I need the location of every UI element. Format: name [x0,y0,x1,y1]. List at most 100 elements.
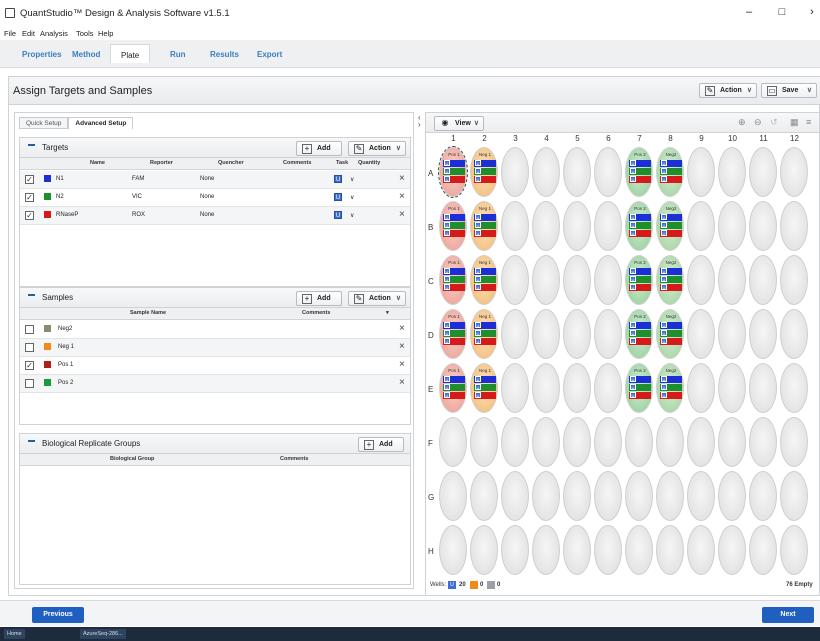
row-header[interactable]: G [428,493,434,502]
plate-well[interactable] [780,363,808,413]
plate-well[interactable] [687,147,715,197]
row-header[interactable]: F [428,439,433,448]
plate-well[interactable]: Pos 1UUU [439,255,467,305]
table-row[interactable]: ✓ N1 FAM None U ∨ × [20,171,410,189]
table-row[interactable]: Neg 1 × [20,339,410,357]
target-name[interactable]: RNaseP [56,212,78,218]
chevron-down-icon[interactable]: ∨ [350,212,354,219]
column-header[interactable]: 9 [686,134,717,143]
plate-well[interactable] [439,525,467,575]
plate-well[interactable] [780,147,808,197]
column-header[interactable]: 3 [500,134,531,143]
menu-help[interactable]: Help [98,29,113,38]
collapse-icon[interactable] [28,440,35,442]
row-header[interactable]: C [428,277,434,286]
column-header[interactable]: 10 [717,134,748,143]
targets-action-button[interactable]: ✎ Action ∨ [348,141,406,156]
add-target-button[interactable]: + Add [296,141,342,156]
column-header[interactable]: 6 [593,134,624,143]
plate-well[interactable] [563,255,591,305]
color-swatch[interactable] [44,343,51,350]
tab-plate[interactable]: Plate [110,44,151,63]
plate-well[interactable] [563,417,591,467]
close-window-icon[interactable]: › [800,6,820,18]
row-checkbox[interactable] [25,379,34,388]
menu-tools[interactable]: Tools [76,29,94,38]
color-swatch[interactable] [44,361,51,368]
plate-well[interactable] [625,525,653,575]
tab-results[interactable]: Results [210,50,239,59]
plate-well[interactable]: Neg 1UUU [470,309,498,359]
plate-well[interactable] [439,471,467,521]
plate-well[interactable] [439,417,467,467]
plate-well[interactable] [687,417,715,467]
plate-well[interactable] [594,471,622,521]
sample-name[interactable]: Neg 1 [58,344,74,350]
plate-well[interactable] [470,471,498,521]
plate-well[interactable] [656,417,684,467]
plate-well[interactable] [501,417,529,467]
column-header[interactable]: 5 [562,134,593,143]
collapse-icon[interactable] [28,294,35,296]
tab-properties[interactable]: Properties [22,50,62,59]
plate-well[interactable] [470,525,498,575]
plate-well[interactable] [749,363,777,413]
plate-well[interactable]: Pos 2UUU [625,255,653,305]
plate-well[interactable] [718,147,746,197]
header-save-button[interactable]: ▭ Save ∨ [761,83,817,98]
plate-well[interactable] [718,255,746,305]
row-header[interactable]: H [428,547,434,556]
sample-name[interactable]: Pos 1 [58,362,73,368]
chevron-down-icon[interactable]: ∨ [350,176,354,183]
plate-well[interactable] [749,471,777,521]
plate-well[interactable] [532,201,560,251]
plate-well[interactable] [563,201,591,251]
plate-well[interactable] [563,309,591,359]
plate-well[interactable] [718,363,746,413]
chevron-down-icon[interactable]: ∨ [350,194,354,201]
add-bio-group-button[interactable]: + Add [358,437,404,452]
plate-well[interactable]: Neg2 U U U [656,147,684,197]
tab-export[interactable]: Export [257,50,282,59]
plate-well[interactable] [749,309,777,359]
plate-well[interactable] [749,147,777,197]
color-swatch[interactable] [44,379,51,386]
target-reporter[interactable]: ROX [132,212,145,218]
row-header[interactable]: D [428,331,434,340]
plate-well[interactable] [687,309,715,359]
header-action-button[interactable]: ✎ Action ∨ [699,83,757,98]
plate-well[interactable] [501,309,529,359]
plate-well[interactable]: Neg2 U U U [656,309,684,359]
target-name[interactable]: N2 [56,194,64,200]
plate-well[interactable] [687,255,715,305]
plate-well[interactable]: Neg2 U U U [656,363,684,413]
tab-run[interactable]: Run [170,50,186,59]
delete-icon[interactable]: × [399,359,405,370]
plate-well[interactable] [749,525,777,575]
plate-well[interactable] [718,525,746,575]
column-header[interactable]: 7 [624,134,655,143]
plate-well[interactable] [780,201,808,251]
plate-well[interactable] [687,525,715,575]
plate-well[interactable]: Pos 2UUU [625,363,653,413]
plate-well[interactable] [594,363,622,413]
task-unknown-icon[interactable]: U [334,211,342,219]
plate-well[interactable]: Neg 1UUU [470,255,498,305]
minimize-icon[interactable]: – [737,6,761,18]
plate-well[interactable] [532,363,560,413]
plate-well[interactable] [780,471,808,521]
delete-icon[interactable]: × [399,323,405,334]
plate-well[interactable] [749,417,777,467]
plate-well[interactable] [563,363,591,413]
taskbar-home[interactable]: Home [4,629,25,639]
plate-well[interactable] [718,309,746,359]
plate-well[interactable] [501,525,529,575]
table-row[interactable]: ✓ Pos 1 × [20,357,410,375]
sample-name[interactable]: Pos 2 [58,380,73,386]
plate-well[interactable]: Neg 1UUU [470,363,498,413]
plate-well[interactable] [594,255,622,305]
menu-edit[interactable]: Edit [22,29,35,38]
plate-well[interactable] [532,309,560,359]
plate-well[interactable]: Pos 1UUU [439,309,467,359]
column-header[interactable]: 2 [469,134,500,143]
